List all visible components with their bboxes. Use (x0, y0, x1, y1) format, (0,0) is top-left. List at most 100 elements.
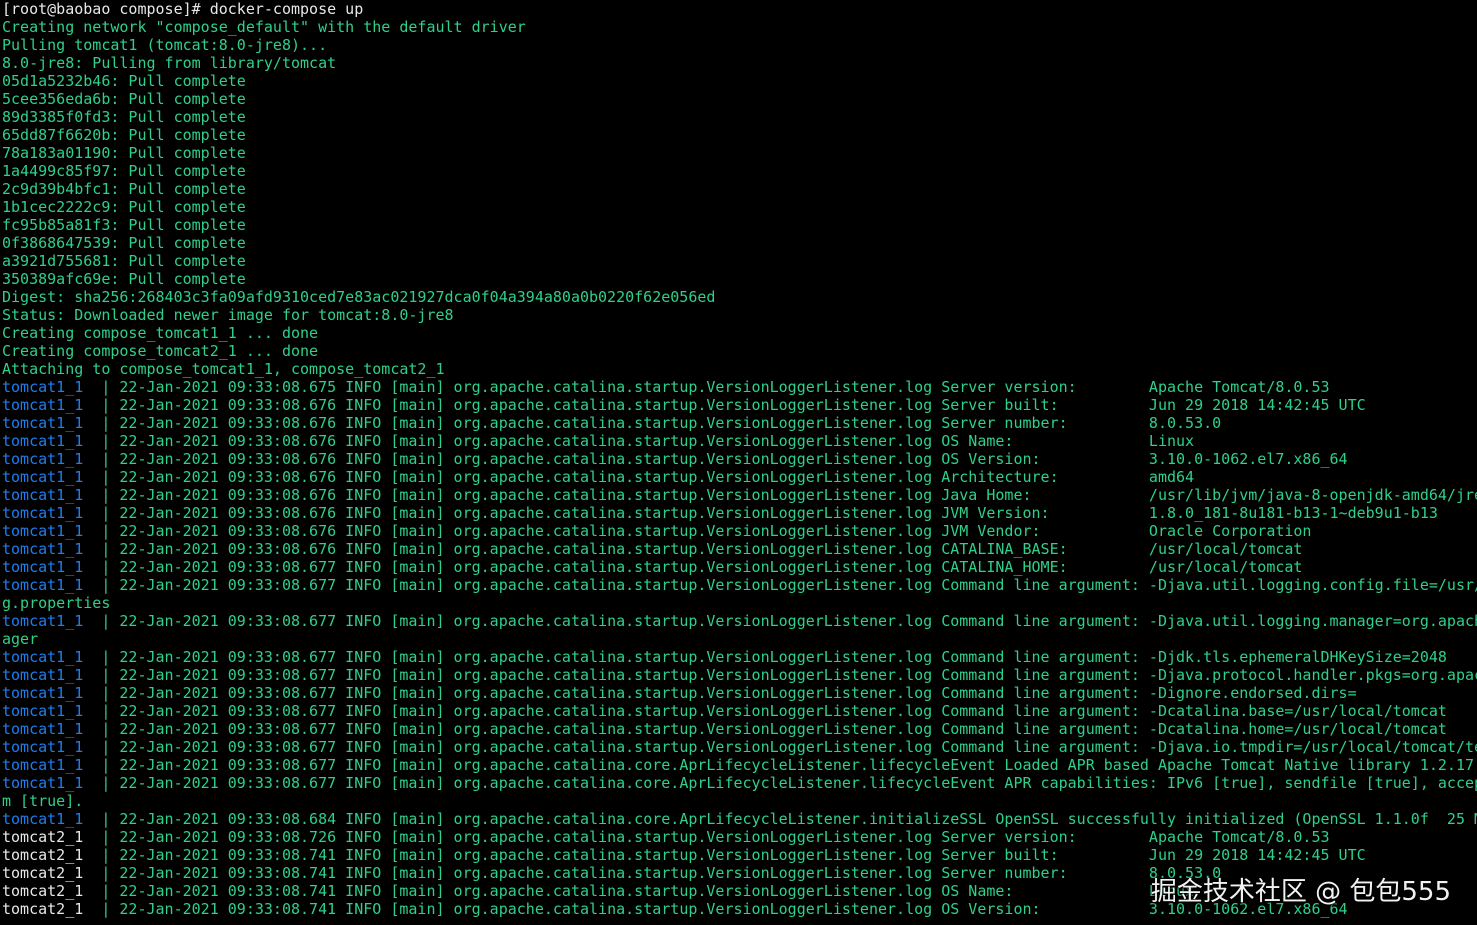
log-line: m [true]. (2, 792, 1477, 810)
output-line: 65dd87f6620b: Pull complete (2, 126, 246, 144)
log-line: tomcat1_1 | 22-Jan-2021 09:33:08.676 INF… (2, 414, 1477, 432)
output-line: 8.0-jre8: Pulling from library/tomcat (2, 54, 337, 72)
prefix-separator: | (83, 522, 120, 540)
container-prefix: tomcat2_1 (2, 900, 84, 918)
output-line: Status: Downloaded newer image for tomca… (2, 306, 454, 324)
container-prefix: tomcat2_1 (2, 846, 84, 864)
output-line: 05d1a5232b46: Pull complete (2, 72, 246, 90)
container-prefix: tomcat1_1 (2, 756, 84, 774)
prefix-separator: | (83, 666, 120, 684)
prefix-separator: | (83, 378, 120, 396)
container-prefix: tomcat1_1 (2, 414, 84, 432)
container-prefix: tomcat1_1 (2, 522, 84, 540)
log-message: 22-Jan-2021 09:33:08.677 INFO [main] org… (119, 702, 1447, 720)
prefix-separator: | (83, 900, 120, 918)
prefix-separator: | (83, 450, 120, 468)
log-message: 22-Jan-2021 09:33:08.677 INFO [main] org… (119, 738, 1477, 756)
output-line: 78a183a01190: Pull complete (2, 144, 246, 162)
prefix-separator: | (83, 720, 120, 738)
container-prefix: tomcat1_1 (2, 396, 84, 414)
log-message: 22-Jan-2021 09:33:08.677 INFO [main] org… (119, 666, 1477, 684)
log-message: 22-Jan-2021 09:33:08.676 INFO [main] org… (119, 504, 1438, 522)
log-message: 22-Jan-2021 09:33:08.675 INFO [main] org… (119, 378, 1330, 396)
prefix-separator: | (83, 702, 120, 720)
log-message: m [true]. (2, 792, 84, 810)
prefix-separator: | (83, 738, 120, 756)
prefix-separator: | (83, 432, 120, 450)
container-prefix: tomcat1_1 (2, 486, 84, 504)
output-line: 350389afc69e: Pull complete (2, 270, 246, 288)
container-prefix: tomcat1_1 (2, 468, 84, 486)
log-line: tomcat1_1 | 22-Jan-2021 09:33:08.677 INF… (2, 558, 1477, 576)
prefix-separator: | (83, 576, 120, 594)
log-line: tomcat1_1 | 22-Jan-2021 09:33:08.677 INF… (2, 756, 1477, 774)
prefix-separator: | (83, 882, 120, 900)
log-line: tomcat1_1 | 22-Jan-2021 09:33:08.677 INF… (2, 666, 1477, 684)
log-line: tomcat1_1 | 22-Jan-2021 09:33:08.677 INF… (2, 702, 1477, 720)
log-message: 22-Jan-2021 09:33:08.676 INFO [main] org… (119, 396, 1366, 414)
log-message: 22-Jan-2021 09:33:08.676 INFO [main] org… (119, 486, 1477, 504)
container-prefix: tomcat1_1 (2, 576, 84, 594)
output-line: 89d3385f0fd3: Pull complete (2, 108, 246, 126)
prefix-separator: | (83, 774, 120, 792)
prefix-separator: | (83, 468, 120, 486)
log-line: tomcat1_1 | 22-Jan-2021 09:33:08.675 INF… (2, 378, 1477, 396)
log-line: g.properties (2, 594, 1477, 612)
log-line: tomcat1_1 | 22-Jan-2021 09:33:08.676 INF… (2, 522, 1477, 540)
output-line: Creating compose_tomcat1_1 ... done (2, 324, 319, 342)
log-message: 22-Jan-2021 09:33:08.677 INFO [main] org… (119, 720, 1447, 738)
log-line: tomcat1_1 | 22-Jan-2021 09:33:08.684 INF… (2, 810, 1477, 828)
container-prefix: tomcat1_1 (2, 720, 84, 738)
container-prefix: tomcat1_1 (2, 666, 84, 684)
log-message: 22-Jan-2021 09:33:08.677 INFO [main] org… (119, 558, 1303, 576)
log-line: tomcat2_1 | 22-Jan-2021 09:33:08.726 INF… (2, 828, 1477, 846)
log-message: 22-Jan-2021 09:33:08.741 INFO [main] org… (119, 864, 1222, 882)
prefix-separator: | (83, 540, 120, 558)
output-line: 5cee356eda6b: Pull complete (2, 90, 246, 108)
log-line: tomcat1_1 | 22-Jan-2021 09:33:08.677 INF… (2, 738, 1477, 756)
container-logs: tomcat1_1 | 22-Jan-2021 09:33:08.675 INF… (2, 378, 1477, 918)
log-line: tomcat1_1 | 22-Jan-2021 09:33:08.676 INF… (2, 432, 1477, 450)
prefix-separator: | (83, 504, 120, 522)
prefix-separator: | (83, 810, 120, 828)
container-prefix: tomcat1_1 (2, 648, 84, 666)
container-prefix: tomcat2_1 (2, 828, 84, 846)
prefix-separator: | (83, 864, 120, 882)
log-message: 22-Jan-2021 09:33:08.676 INFO [main] org… (119, 414, 1222, 432)
log-message: 22-Jan-2021 09:33:08.676 INFO [main] org… (119, 468, 1195, 486)
log-line: tomcat1_1 | 22-Jan-2021 09:33:08.676 INF… (2, 468, 1477, 486)
log-line: tomcat1_1 | 22-Jan-2021 09:33:08.677 INF… (2, 576, 1477, 594)
log-message: 22-Jan-2021 09:33:08.726 INFO [main] org… (119, 828, 1330, 846)
prefix-separator: | (83, 648, 120, 666)
log-message: 22-Jan-2021 09:33:08.677 INFO [main] org… (119, 756, 1475, 774)
output-line: Creating network "compose_default" with … (2, 18, 526, 36)
log-line: tomcat1_1 | 22-Jan-2021 09:33:08.676 INF… (2, 486, 1477, 504)
container-prefix: tomcat1_1 (2, 450, 84, 468)
log-line: tomcat1_1 | 22-Jan-2021 09:33:08.676 INF… (2, 504, 1477, 522)
container-prefix: tomcat1_1 (2, 702, 84, 720)
watermark: 掘金技术社区 @ 包包555 (1150, 877, 1451, 907)
log-line: tomcat1_1 | 22-Jan-2021 09:33:08.677 INF… (2, 720, 1477, 738)
log-message: 22-Jan-2021 09:33:08.676 INFO [main] org… (119, 450, 1348, 468)
log-message: 22-Jan-2021 09:33:08.676 INFO [main] org… (119, 540, 1303, 558)
container-prefix: tomcat1_1 (2, 612, 84, 630)
output-line: 1b1cec2222c9: Pull complete (2, 198, 246, 216)
log-message: 22-Jan-2021 09:33:08.677 INFO [main] org… (119, 774, 1477, 792)
log-line: tomcat1_1 | 22-Jan-2021 09:33:08.676 INF… (2, 396, 1477, 414)
container-prefix: tomcat1_1 (2, 738, 84, 756)
compose-output: Creating network "compose_default" with … (2, 18, 1477, 378)
prefix-separator: | (83, 828, 120, 846)
prefix-separator: | (83, 396, 120, 414)
container-prefix: tomcat1_1 (2, 432, 84, 450)
output-line: Attaching to compose_tomcat1_1, compose_… (2, 360, 445, 378)
log-line: tomcat2_1 | 22-Jan-2021 09:33:08.741 INF… (2, 846, 1477, 864)
terminal-window[interactable]: [root@baobao compose]# docker-compose up… (0, 0, 1477, 925)
output-line: Digest: sha256:268403c3fa09afd9310ced7e8… (2, 288, 716, 306)
container-prefix: tomcat1_1 (2, 558, 84, 576)
output-line: 1a4499c85f97: Pull complete (2, 162, 246, 180)
log-message: 22-Jan-2021 09:33:08.741 INFO [main] org… (119, 882, 1195, 900)
log-message: 22-Jan-2021 09:33:08.676 INFO [main] org… (119, 432, 1195, 450)
container-prefix: tomcat1_1 (2, 540, 84, 558)
container-prefix: tomcat2_1 (2, 864, 84, 882)
log-message: 22-Jan-2021 09:33:08.677 INFO [main] org… (119, 684, 1357, 702)
